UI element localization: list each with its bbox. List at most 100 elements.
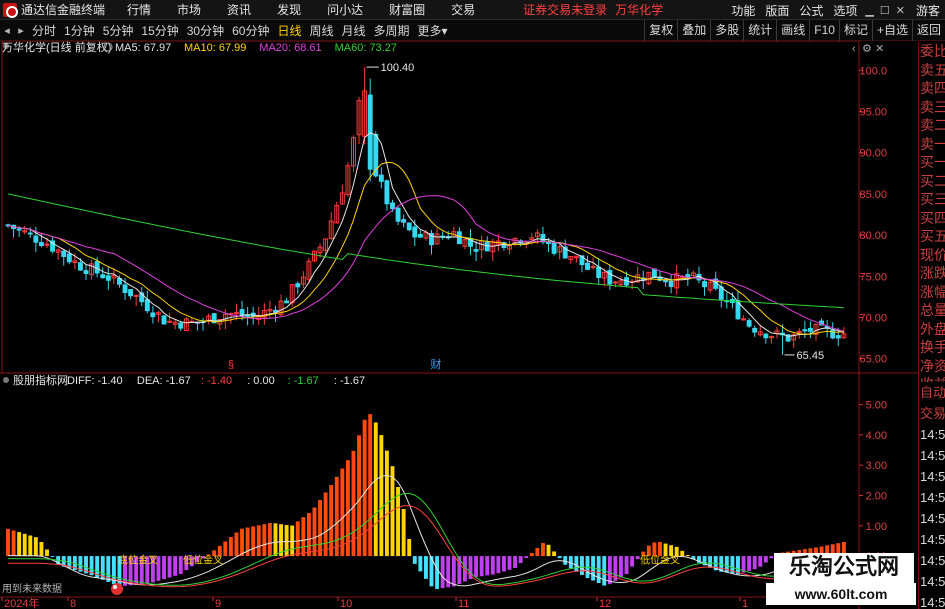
tick-time: 14:56	[920, 490, 945, 505]
menu-item-market[interactable]: 市场	[177, 1, 201, 18]
event-marker-section: §	[228, 359, 234, 371]
golden-cross-label: 低位金叉	[183, 554, 223, 567]
orderbook-row: 涨幅	[920, 283, 945, 300]
indicator-value-label: : -1.67	[334, 375, 365, 387]
macd-histogram-bar	[306, 513, 311, 557]
maximize-icon[interactable]: ☐	[880, 4, 890, 17]
macd-histogram-bar	[407, 539, 412, 557]
period-tab-daily[interactable]: 日线	[277, 22, 301, 39]
more-label: 更多	[417, 23, 442, 38]
macd-histogram-bar	[763, 556, 768, 563]
candle-body	[27, 232, 33, 235]
macd-histogram-bar	[33, 537, 38, 557]
macd-histogram-bar	[574, 556, 579, 572]
menu-item-trade[interactable]: 交易	[451, 1, 475, 18]
chart-area[interactable]: 100.0 95.00 90.00 85.00 80.00 75.00 70.00 65.00…	[0, 41, 945, 609]
close-icon[interactable]: ✕	[896, 4, 905, 17]
macd-histogram-bar	[323, 492, 328, 557]
guest-user[interactable]: 游客	[916, 2, 940, 19]
period-tab-more[interactable]: 更多▾	[418, 22, 448, 39]
menu-item-news[interactable]: 资讯	[227, 1, 251, 18]
ma-value-label: MA5: 67.97	[115, 42, 171, 54]
kline-chart-svg[interactable]: 100.095.0090.0085.0080.0075.0070.0065.00…	[0, 41, 945, 609]
macd-histogram-bar	[262, 524, 267, 557]
ma20-line	[7, 195, 845, 332]
tick-time: 14:56	[920, 511, 945, 526]
period-tab-multi[interactable]: 多周期	[374, 22, 410, 39]
macd-histogram-bar	[251, 526, 256, 557]
orderbook-row: 总量	[920, 302, 945, 318]
macd-histogram-bar	[607, 556, 612, 585]
menu-item-options[interactable]: 选项	[833, 2, 857, 19]
period-tab-1min[interactable]: 1分钟	[64, 22, 95, 39]
stock-chart-title: 万华化学(日线 前复权)	[2, 41, 111, 54]
orderbook-row: 买一	[920, 154, 945, 170]
macd-histogram-bar	[39, 541, 44, 557]
add-watchlist-button[interactable]: +自选	[871, 20, 912, 41]
current-stock-name: 万华化学	[615, 3, 664, 17]
period-tab-5min[interactable]: 5分钟	[103, 22, 134, 39]
draw-line-button[interactable]: 画线	[776, 20, 809, 41]
menu-item-formula[interactable]: 公式	[799, 2, 823, 19]
candle-body	[77, 262, 83, 271]
back-button[interactable]: 返回	[911, 20, 945, 41]
macd-histogram-bar	[167, 556, 172, 578]
menu-item-ask-xiaoda[interactable]: 问小达	[327, 1, 363, 18]
candle-body	[484, 241, 490, 252]
period-tab-monthly[interactable]: 月线	[342, 22, 366, 39]
menu-item-discover[interactable]: 发现	[277, 1, 301, 18]
f10-button[interactable]: F10	[809, 20, 839, 41]
menu-item-functions[interactable]: 功能	[731, 2, 755, 19]
candle-body	[128, 289, 134, 297]
period-tab-60min[interactable]: 60分钟	[232, 22, 269, 39]
menu-item-market-quotes[interactable]: 行情	[127, 1, 151, 18]
macd-histogram-bar	[507, 556, 512, 570]
candle-body	[234, 312, 239, 315]
macd-histogram-bar	[540, 543, 545, 557]
candle-body	[551, 242, 557, 254]
orderbook-row: 涨跌	[920, 265, 945, 281]
back-arrow-icon[interactable]: ◂	[0, 24, 14, 37]
macd-histogram-bar	[6, 528, 10, 557]
period-tab-15min[interactable]: 15分钟	[141, 22, 178, 39]
period-tab-weekly[interactable]: 周线	[309, 22, 333, 39]
macd-histogram-bar	[340, 468, 345, 557]
period-tab-30min[interactable]: 30分钟	[187, 22, 224, 39]
statistics-button[interactable]: 统计	[743, 20, 776, 41]
macd-histogram-bar	[234, 532, 239, 557]
orderbook-row: 卖一	[920, 135, 945, 152]
orderbook-row: 卖四	[920, 80, 945, 96]
date-axis-label: 2024年	[4, 596, 39, 609]
adjust-button[interactable]: 复权	[644, 20, 677, 41]
candle-body	[546, 241, 551, 244]
period-tab-intraday[interactable]: 分时	[32, 22, 56, 39]
macd-histogram-bar	[379, 435, 384, 557]
macd-histogram-bar	[680, 550, 685, 557]
candle-body	[702, 281, 707, 288]
orderbook-row: 委比	[920, 43, 945, 59]
multi-stock-button[interactable]: 多股	[710, 20, 743, 41]
trade-login-status[interactable]: 证券交易未登录	[523, 1, 607, 18]
macd-histogram-bar	[11, 530, 16, 557]
indicator-value-label: : -1.40	[201, 375, 232, 387]
macd-histogram-bar	[747, 556, 752, 571]
macd-histogram-bar	[423, 556, 428, 579]
ma10-line	[7, 161, 844, 335]
trade-ticks-panel: 自动交易 14:56 14:56 14:56 14:56 14:56 14:56 14:56 1…	[918, 382, 945, 609]
mark-button[interactable]: 标记	[838, 20, 872, 41]
forward-arrow-icon[interactable]: ▸	[14, 24, 28, 37]
menu-item-wealth-circle[interactable]: 财富圈	[389, 1, 425, 18]
overlay-button[interactable]: 叠加	[677, 20, 710, 41]
orderbook-row: 现价	[920, 246, 945, 263]
gear-icon: ⚙	[862, 43, 872, 55]
candle-body	[167, 320, 173, 323]
macd-histogram-bar	[630, 556, 635, 567]
macd-histogram-bar	[518, 556, 523, 564]
auto-trade-label: 自动	[920, 385, 945, 400]
menu-item-layout[interactable]: 版面	[765, 2, 789, 19]
ind-tick-label: 1.00	[866, 521, 887, 533]
candle-body	[33, 235, 39, 243]
tick-time: 14:56	[920, 448, 945, 463]
price-tick-label: 70.00	[859, 312, 887, 324]
minimize-icon[interactable]: ▁	[865, 4, 873, 17]
